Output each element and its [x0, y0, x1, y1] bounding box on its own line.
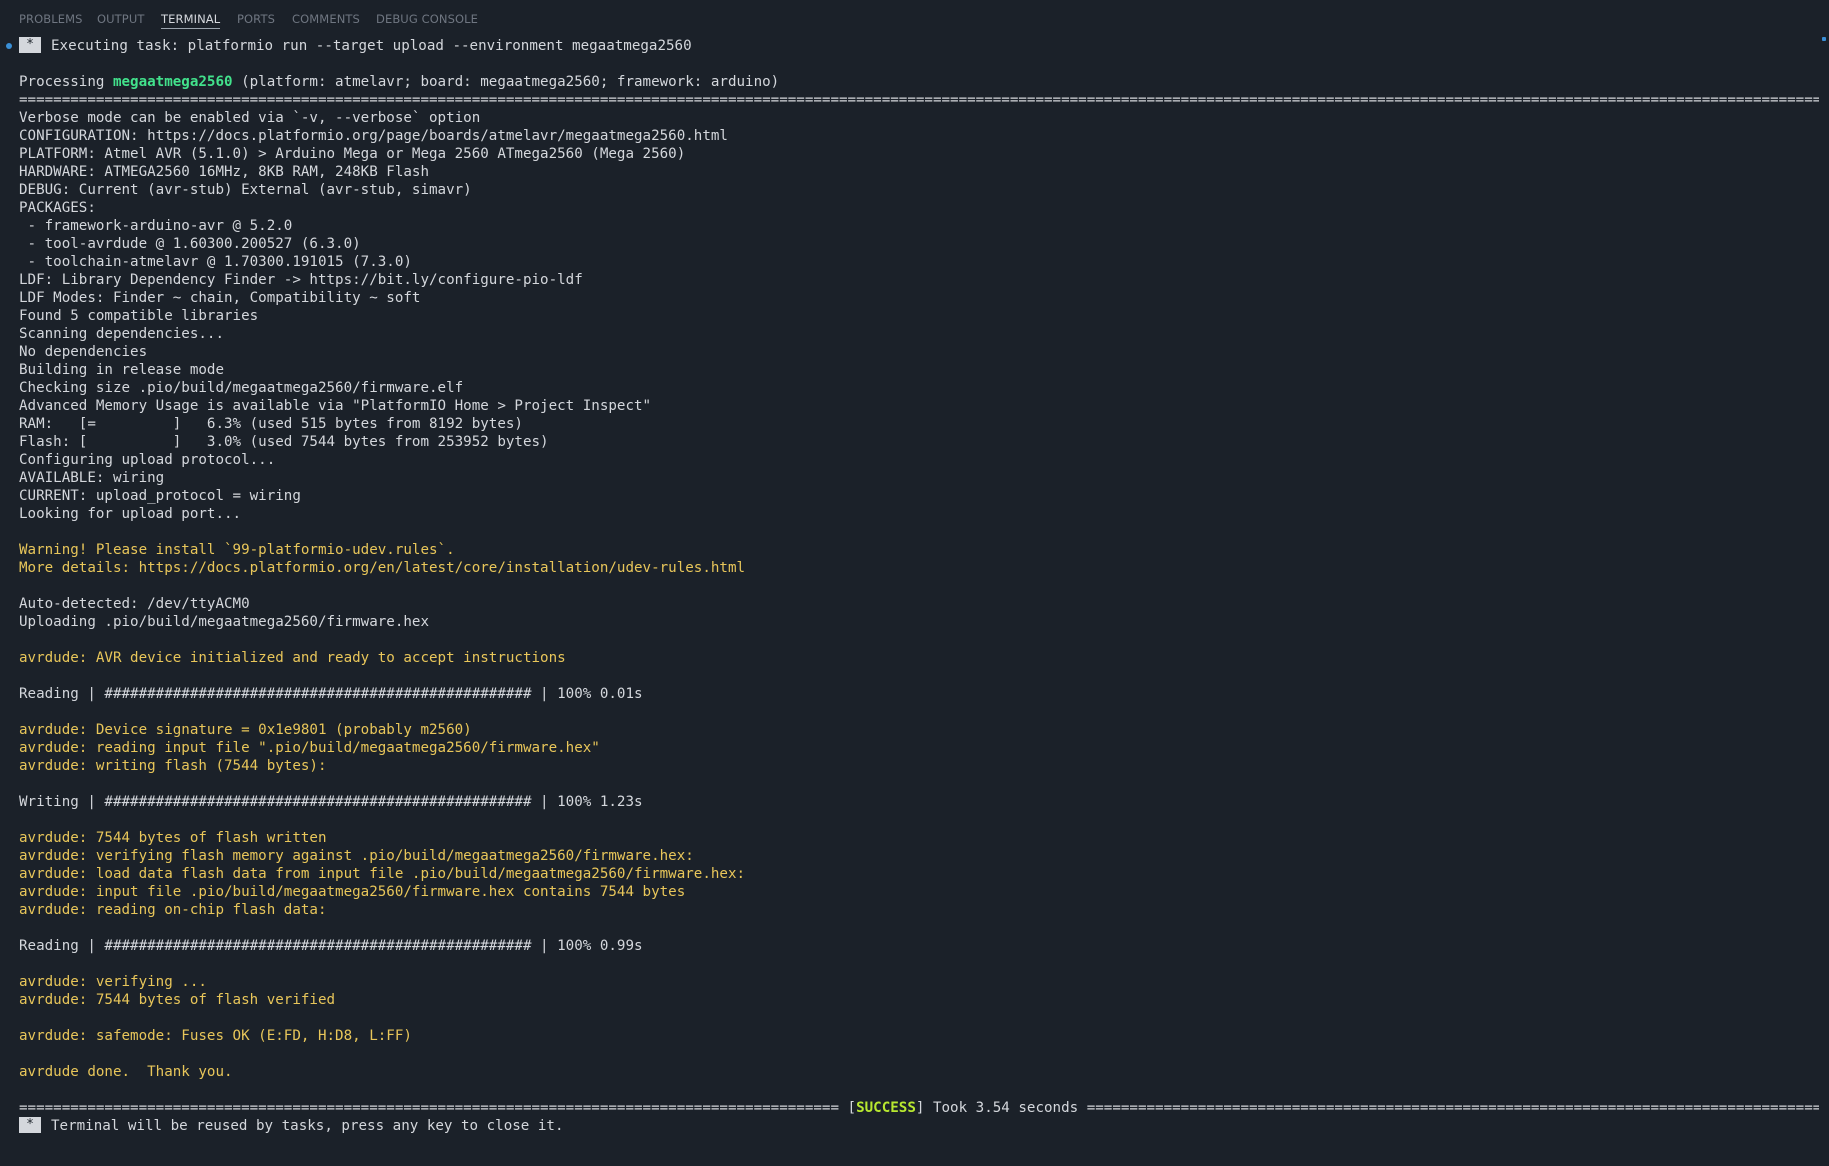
terminal-line: AVAILABLE: wiring — [19, 470, 165, 486]
terminal-line: avrdude: reading input file ".pio/build/… — [19, 740, 600, 756]
terminal-line: avrdude: 7544 bytes of flash verified — [19, 992, 336, 1008]
terminal-line: Advanced Memory Usage is available via "… — [19, 398, 652, 414]
terminal-line: avrdude: load data flash data from input… — [19, 866, 746, 882]
terminal-line: Verbose mode can be enabled via `-v, --v… — [19, 110, 481, 126]
terminal-line: CURRENT: upload_protocol = wiring — [19, 488, 301, 504]
terminal-line: PACKAGES: — [19, 200, 96, 216]
separator-line: ========================================… — [19, 92, 1819, 108]
environment-name: megaatmega2560 — [112, 74, 233, 90]
reading-progress-line: Reading | ##############################… — [19, 686, 643, 702]
terminal-line: DEBUG: Current (avr-stub) External (avr-… — [19, 182, 472, 198]
terminal-line: No dependencies — [19, 344, 148, 360]
terminal-line: CONFIGURATION: https://docs.platformio.o… — [19, 128, 728, 144]
verified-block: avrdude: verifying ... avrdude: 7544 byte… — [19, 973, 1819, 1009]
tab-problems[interactable]: PROBLEMS — [19, 12, 83, 26]
tab-debug-console[interactable]: DEBUG CONSOLE — [376, 12, 478, 26]
udev-warning-block: Warning! Please install `99-platformio-u… — [19, 541, 1819, 577]
terminal-line: - tool-avrdude @ 1.60300.200527 (6.3.0) — [19, 236, 361, 252]
terminal-line: Warning! Please install `99-platformio-u… — [19, 542, 455, 558]
scrollbar-marker[interactable] — [1822, 37, 1826, 41]
processing-line: Processing megaatmega2560 (platform: atm… — [19, 74, 780, 90]
terminal-line: PLATFORM: Atmel AVR (5.1.0) > Arduino Me… — [19, 146, 686, 162]
terminal-line: Scanning dependencies... — [19, 326, 224, 342]
terminal-line: Checking size .pio/build/megaatmega2560/… — [19, 380, 464, 396]
task-star-icon: * — [19, 37, 41, 53]
terminal-output[interactable]: * Executing task: platformio run --target… — [19, 37, 1819, 1135]
terminal-line: avrdude: verifying flash memory against … — [19, 848, 694, 864]
terminal-line: avrdude: reading on-chip flash data: — [19, 902, 327, 918]
terminal-line: LDF Modes: Finder ~ chain, Compatibility… — [19, 290, 421, 306]
task-status-dot-icon — [6, 43, 12, 49]
terminal-line: RAM: [= ] 6.3% (used 515 bytes from 8192… — [19, 416, 523, 432]
terminal-line: - framework-arduino-avr @ 5.2.0 — [19, 218, 293, 234]
writing-progress-line: Writing | ##############################… — [19, 794, 643, 810]
terminal-line: LDF: Library Dependency Finder -> https:… — [19, 272, 583, 288]
tab-comments[interactable]: COMMENTS — [292, 12, 360, 26]
build-info-block: Verbose mode can be enabled via `-v, --v… — [19, 109, 1819, 523]
panel-tab-bar: PROBLEMS OUTPUT TERMINAL PORTS COMMENTS … — [0, 0, 1829, 36]
terminal-line: Looking for upload port... — [19, 506, 242, 522]
tab-terminal[interactable]: TERMINAL — [161, 12, 221, 29]
tab-output[interactable]: OUTPUT — [97, 12, 144, 26]
terminal-line: Found 5 compatible libraries — [19, 308, 259, 324]
terminal-line: Configuring upload protocol... — [19, 452, 276, 468]
avrdude-done-line: avrdude done. Thank you. — [19, 1064, 233, 1080]
terminal-line: avrdude: writing flash (7544 bytes): — [19, 758, 327, 774]
terminal-line: Auto-detected: /dev/ttyACM0 — [19, 596, 250, 612]
terminal-line: Uploading .pio/build/megaatmega2560/firm… — [19, 614, 429, 630]
reading-progress-line: Reading | ##############################… — [19, 938, 643, 954]
reuse-line: * Terminal will be reused by tasks, press… — [19, 1117, 1819, 1135]
signature-block: avrdude: Device signature = 0x1e9801 (pr… — [19, 721, 1819, 775]
terminal-line: avrdude: input file .pio/build/megaatmeg… — [19, 884, 686, 900]
tab-ports[interactable]: PORTS — [237, 12, 275, 26]
safemode-line: avrdude: safemode: Fuses OK (E:FD, H:D8,… — [19, 1028, 412, 1044]
avrdude-init-line: avrdude: AVR device initialized and read… — [19, 650, 566, 666]
terminal-line: avrdude: 7544 bytes of flash written — [19, 830, 327, 846]
verify-block: avrdude: 7544 bytes of flash written avrd… — [19, 829, 1819, 919]
success-line: ========================================… — [19, 1100, 1819, 1116]
task-star-icon: * — [19, 1117, 41, 1133]
port-detection-block: Auto-detected: /dev/ttyACM0 Uploading .pi… — [19, 595, 1819, 631]
terminal-line: Flash: [ ] 3.0% (used 7544 bytes from 25… — [19, 434, 549, 450]
terminal-line: Building in release mode — [19, 362, 224, 378]
success-badge: SUCCESS — [856, 1100, 916, 1116]
terminal-line: avrdude: verifying ... — [19, 974, 207, 990]
task-line: * Executing task: platformio run --target… — [19, 37, 1819, 55]
terminal-line: - toolchain-atmelavr @ 1.70300.191015 (7… — [19, 254, 412, 270]
terminal-line: HARDWARE: ATMEGA2560 16MHz, 8KB RAM, 248… — [19, 164, 429, 180]
terminal-line: More details: https://docs.platformio.or… — [19, 560, 746, 576]
terminal-line: avrdude: Device signature = 0x1e9801 (pr… — [19, 722, 472, 738]
